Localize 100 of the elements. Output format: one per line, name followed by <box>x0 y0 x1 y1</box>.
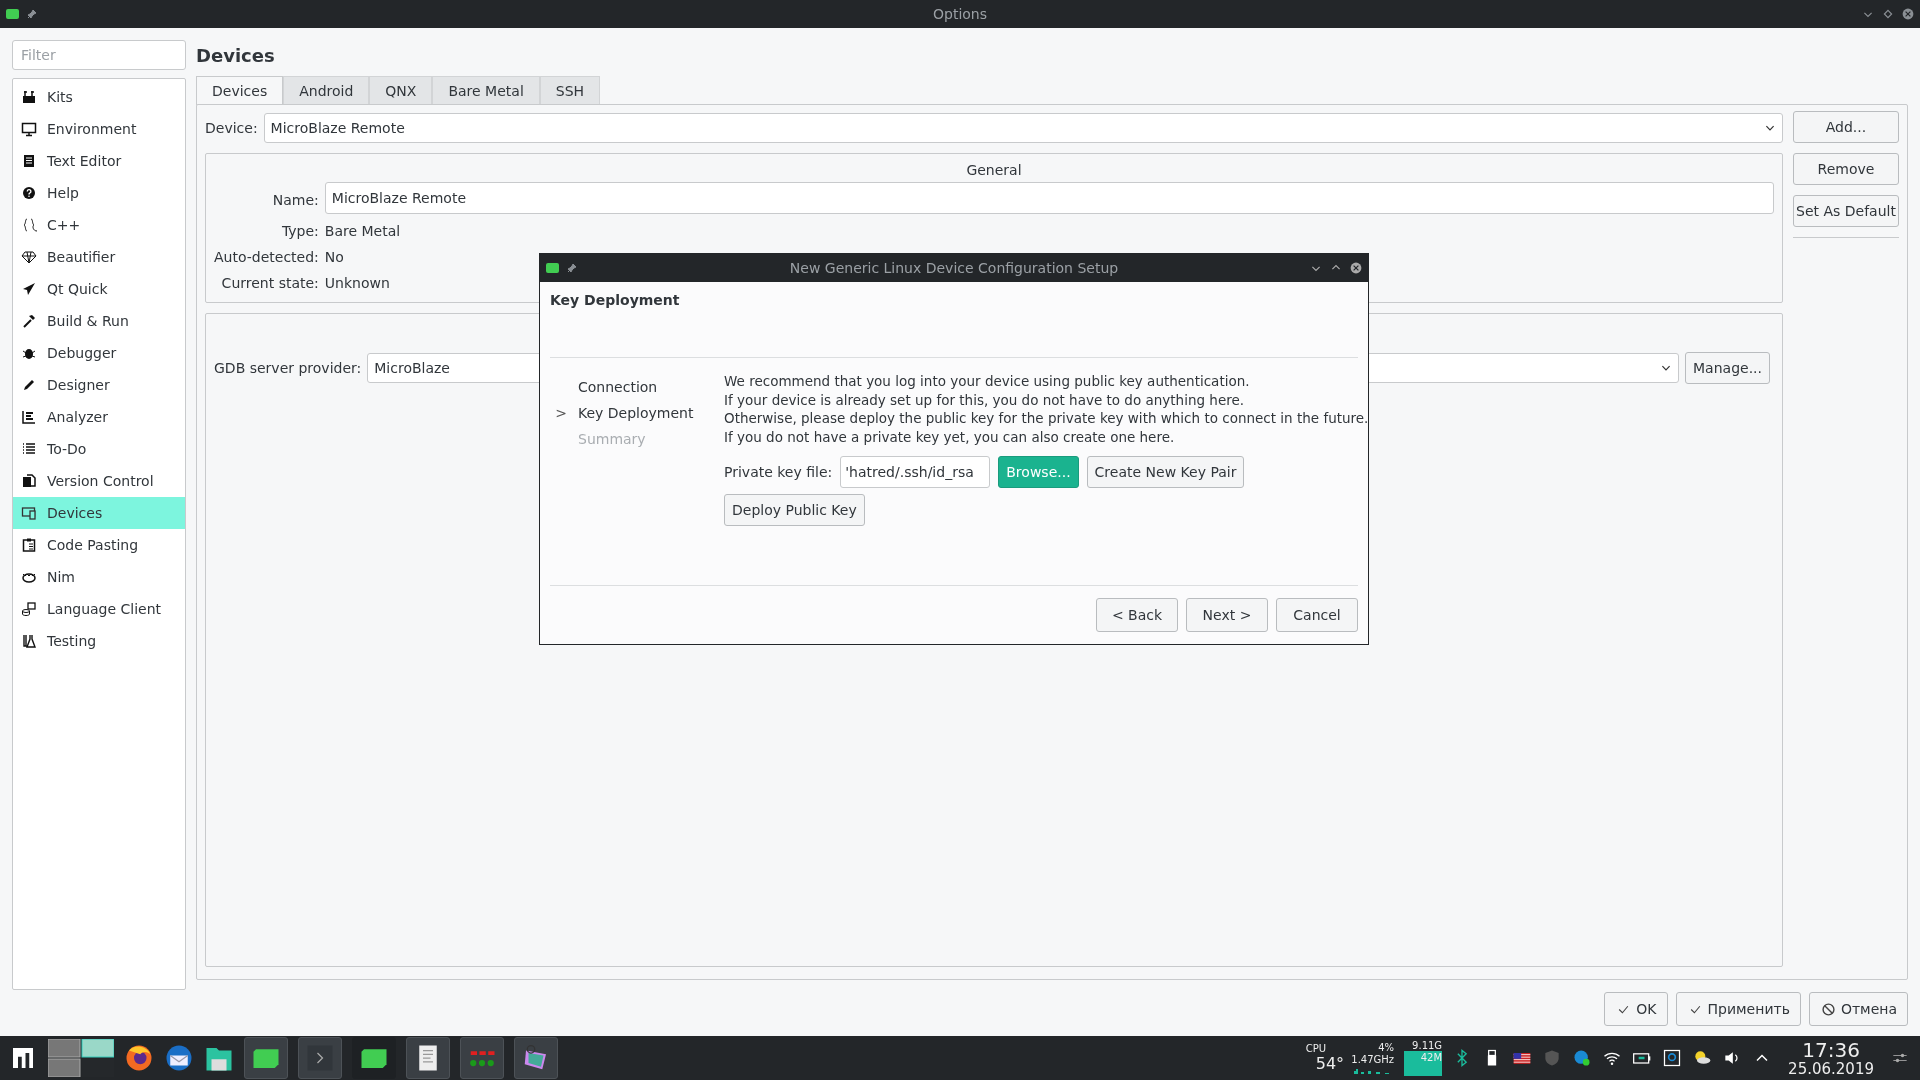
sidebar-item-label: Language Client <box>47 601 162 617</box>
maximize-icon[interactable] <box>1882 8 1894 20</box>
field-value: Unknown <box>324 274 390 293</box>
back-button[interactable]: < Back <box>1096 598 1178 632</box>
field-label: Type: <box>280 223 319 239</box>
sidebar-item[interactable]: Devices <box>13 497 185 529</box>
sidebar-item[interactable]: To-Do <box>13 433 185 465</box>
sidebar-item[interactable]: Beautifier <box>13 241 185 273</box>
flask-icon <box>21 633 37 649</box>
sidebar-item[interactable]: Kits <box>13 81 185 113</box>
sidebar-item-label: Beautifier <box>47 249 116 265</box>
sidebar-item-label: Kits <box>47 89 73 105</box>
clock[interactable]: 17:36 25.06.2019 <box>1782 1038 1880 1078</box>
tab[interactable]: QNX <box>369 76 433 105</box>
group-title: General <box>965 161 1023 180</box>
dialog-heading: Key Deployment <box>550 282 1358 358</box>
terminal-icon <box>305 1043 335 1073</box>
sidebar-item[interactable]: Build & Run <box>13 305 185 337</box>
braces-icon <box>21 217 37 233</box>
close-icon[interactable] <box>1902 8 1914 20</box>
sidebar-item[interactable]: Designer <box>13 369 185 401</box>
browser-icon[interactable] <box>124 1043 154 1073</box>
device-label: Device: <box>205 120 258 136</box>
name-field[interactable]: MicroBlaze Remote <box>324 182 1774 214</box>
taskbar-app-button[interactable] <box>244 1037 288 1079</box>
page-heading: Devices <box>196 44 276 68</box>
private-key-label: Private key file: <box>724 464 833 480</box>
tab[interactable]: Bare Metal <box>432 76 540 105</box>
set-default-button[interactable]: Set As Default <box>1793 195 1899 227</box>
field-value: Bare Metal <box>324 222 401 241</box>
sidebar-item-label: Help <box>47 185 79 201</box>
field-value: No <box>324 248 344 267</box>
sidebar-item-label: Build & Run <box>47 313 129 329</box>
cancel-button[interactable]: Cancel <box>1276 598 1358 632</box>
sidebar-item[interactable]: C++ <box>13 209 185 241</box>
sidebar-item[interactable]: Environment <box>13 113 185 145</box>
mail-client-icon[interactable] <box>164 1043 194 1073</box>
desktop-pager[interactable] <box>48 1039 114 1077</box>
sidebar-item[interactable]: Text Editor <box>13 145 185 177</box>
sidebar-item-label: C++ <box>47 217 81 233</box>
taskbar-app-button[interactable] <box>406 1037 450 1079</box>
sidebar-item[interactable]: Version Control <box>13 465 185 497</box>
sidebar-item-label: Testing <box>47 633 97 649</box>
clock-time: 17:36 <box>1802 1038 1860 1061</box>
sidebar-item[interactable]: Debugger <box>13 337 185 369</box>
chart-icon <box>21 409 37 425</box>
sidebar-item[interactable]: Testing <box>13 625 185 657</box>
dialog-title: New Generic Linux Device Configuration Setup <box>789 260 1119 276</box>
create-key-pair-button[interactable]: Create New Key Pair <box>1086 456 1245 488</box>
cpu-load-reading: 4% <box>1378 1042 1395 1054</box>
pin-icon[interactable] <box>27 9 37 19</box>
close-icon[interactable] <box>1350 262 1362 274</box>
clipboard-icon <box>21 537 37 553</box>
sidebar-item[interactable]: Qt Quick <box>13 273 185 305</box>
pin-icon[interactable] <box>567 263 577 273</box>
sidebar-item[interactable]: Language Client <box>13 593 185 625</box>
add-button[interactable]: Add... <box>1793 111 1899 143</box>
sidebar-item[interactable]: Help <box>13 177 185 209</box>
taskbar-app-button[interactable] <box>514 1037 558 1079</box>
sidebar-item-label: To-Do <box>47 441 87 457</box>
private-key-field[interactable]: 'hatred/.ssh/id_rsa <box>840 456 991 488</box>
tab[interactable]: SSH <box>539 76 601 105</box>
confirm-button[interactable]: Применить <box>1675 992 1801 1026</box>
sidebar-item-label: Designer <box>47 377 110 393</box>
remove-button[interactable]: Remove <box>1793 153 1899 185</box>
manage-button[interactable]: Manage... <box>1685 352 1770 384</box>
sidebar-item-label: Qt Quick <box>47 281 108 297</box>
sidebar-item[interactable]: Analyzer <box>13 401 185 433</box>
tab[interactable]: Android <box>283 76 370 105</box>
taskbar-app-button[interactable] <box>352 1037 396 1079</box>
field-label: Auto-detected: <box>214 249 319 265</box>
filter-field[interactable]: Filter <box>12 40 186 70</box>
sidebar-item-label: Version Control <box>47 473 154 489</box>
hammer-icon <box>21 313 37 329</box>
memory-used-reading: 42M <box>1420 1052 1443 1064</box>
sidebar-item-label: Text Editor <box>47 153 122 169</box>
temperature-reading: 54° <box>1314 1055 1345 1073</box>
next-button[interactable]: Next > <box>1186 598 1268 632</box>
instruction-text: If your device is already set up for this, you do not have to do anything here. <box>724 390 1246 409</box>
database-icon <box>21 601 37 617</box>
sidebar-item-label: Devices <box>47 505 103 521</box>
sidebar-item-label: Debugger <box>47 345 117 361</box>
instruction-text: Otherwise, please deploy the public key for the private key with which to connect in the future. <box>724 409 1369 428</box>
device-dropdown[interactable]: MicroBlaze Remote <box>263 113 1783 143</box>
confirm-button[interactable]: OK <box>1604 992 1668 1026</box>
sidebar-item-label: Nim <box>47 569 75 585</box>
tab[interactable]: Devices <box>196 76 284 105</box>
instruction-text: If you do not have a private key yet, you can also create one here. <box>724 427 1176 446</box>
sidebar-item[interactable]: Nim <box>13 561 185 593</box>
cancel-button[interactable]: Отмена <box>1808 992 1908 1026</box>
documents-icon <box>21 473 37 489</box>
deploy-public-key-button[interactable]: Deploy Public Key <box>724 494 865 526</box>
current-step-marker: > <box>554 405 568 421</box>
sidebar-item-label: Environment <box>47 121 137 137</box>
sidebar-item[interactable]: Code Pasting <box>13 529 185 561</box>
monitor-icon <box>21 121 37 137</box>
app-icon <box>546 263 559 273</box>
help-icon <box>21 185 37 201</box>
pencil-icon <box>21 377 37 393</box>
paper-plane-icon <box>21 281 37 297</box>
